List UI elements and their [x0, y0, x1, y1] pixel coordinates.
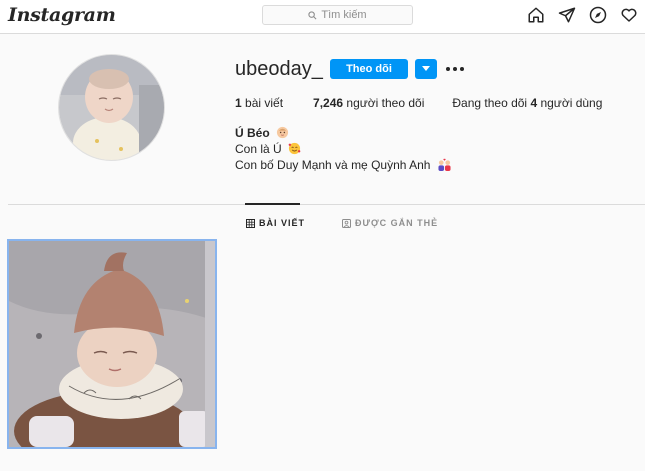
suggestions-dropdown-button[interactable] — [415, 59, 437, 79]
section-divider — [8, 204, 645, 205]
chevron-down-icon — [422, 66, 430, 71]
following-prefix: Đang theo dõi — [452, 96, 531, 110]
direct-icon[interactable] — [558, 6, 576, 24]
search-input[interactable]: Tìm kiếm — [262, 5, 413, 25]
active-tab-indicator — [245, 203, 300, 205]
profile-stats: 1 bài viết 7,246 người theo dõi Đang the… — [235, 96, 602, 110]
followers-label: người theo dõi — [343, 96, 425, 110]
more-options-button[interactable] — [446, 62, 464, 76]
followers-count: 7,246 — [313, 96, 344, 110]
bio-line-2: Con bố Duy Mạnh và mẹ Quỳnh Anh — [235, 158, 452, 172]
posts-label: bài viết — [241, 96, 284, 110]
tab-tagged[interactable]: ĐƯỢC GẮN THẺ — [342, 218, 438, 228]
smiling-hearts-emoji-icon — [288, 142, 301, 155]
tag-icon — [342, 218, 351, 228]
dot-icon — [446, 67, 450, 71]
bio-line-1: Con là Ú — [235, 142, 301, 156]
posts-count: 1 — [235, 96, 242, 110]
grid-icon — [246, 218, 255, 228]
dot-icon — [460, 67, 464, 71]
post-thumbnail[interactable] — [7, 239, 217, 449]
following-stat[interactable]: Đang theo dõi 4 người dùng — [452, 96, 602, 110]
bio-line-1-text: Con là Ú — [235, 142, 282, 156]
home-icon[interactable] — [527, 6, 545, 24]
profile-avatar[interactable] — [58, 54, 165, 161]
couple-with-heart-emoji-icon — [438, 158, 451, 171]
tab-tagged-label: ĐƯỢC GẮN THẺ — [355, 218, 439, 228]
posts-stat: 1 bài viết — [235, 96, 283, 110]
profile-username: ubeoday_ — [235, 58, 323, 80]
following-suffix: người dùng — [537, 96, 603, 110]
bio-full-name: Ú Béo — [235, 126, 289, 140]
instagram-logo[interactable]: Instagram — [8, 4, 116, 26]
activity-icon[interactable] — [620, 6, 638, 24]
dot-icon — [453, 67, 457, 71]
bio-name-text: Ú Béo — [235, 126, 270, 140]
tab-posts[interactable]: BÀI VIẾT — [246, 218, 305, 228]
explore-icon[interactable] — [589, 6, 607, 24]
follow-button[interactable]: Theo dõi — [330, 59, 408, 79]
followers-stat[interactable]: 7,246 người theo dõi — [313, 96, 424, 110]
search-icon — [308, 10, 317, 19]
top-navbar: Instagram Tìm kiếm — [0, 0, 645, 34]
baby-emoji-icon — [276, 126, 289, 139]
search-placeholder: Tìm kiếm — [321, 9, 367, 21]
bio-line-2-text: Con bố Duy Mạnh và mẹ Quỳnh Anh — [235, 158, 431, 172]
tab-posts-label: BÀI VIẾT — [259, 218, 306, 228]
